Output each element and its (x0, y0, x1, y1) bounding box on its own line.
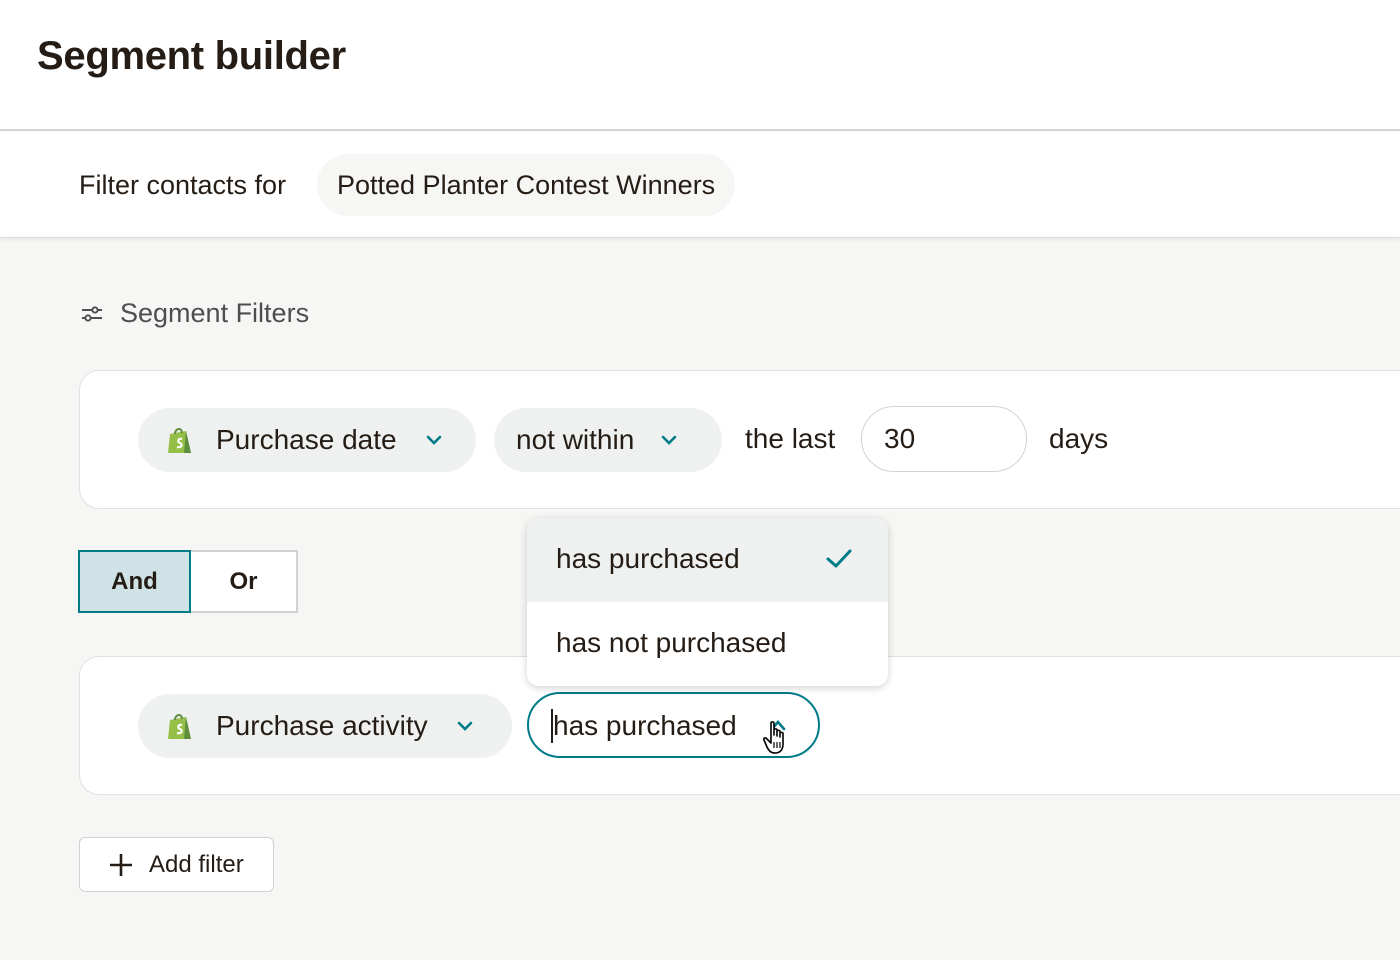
segment-filters-label: Segment Filters (120, 298, 310, 328)
operator-select-not-within[interactable]: not within (494, 408, 722, 472)
add-filter-label: Add filter (149, 850, 244, 878)
audience-bar: Filter contacts for Potted Planter Conte… (0, 132, 1400, 238)
chevron-down-icon (426, 435, 441, 445)
segment-filters-heading: Segment Filters (80, 298, 309, 329)
pointer-hand-icon (762, 721, 784, 754)
shopify-icon (168, 714, 191, 739)
days-number-input[interactable]: 30 (861, 406, 1027, 472)
option-has-purchased[interactable]: has purchased (527, 518, 888, 602)
audience-label: Filter contacts for (79, 170, 287, 200)
sliders-icon (82, 305, 102, 322)
shopify-icon (168, 428, 191, 453)
add-filter-button[interactable]: Add filter (79, 837, 274, 892)
option-has-not-purchased[interactable]: has not purchased (527, 602, 888, 686)
plus-icon (110, 853, 132, 876)
or-toggle-button[interactable]: Or (191, 550, 298, 613)
option-label: has purchased (556, 543, 740, 574)
chevron-down-icon (661, 435, 677, 445)
operator-value: has purchased (553, 710, 737, 741)
field-label: Purchase activity (216, 710, 428, 741)
page-header: Segment builder (0, 0, 1400, 131)
checkmark-icon (826, 549, 852, 568)
operator-dropdown-menu: has purchased has not purchased (527, 518, 888, 686)
logic-toggle: And Or (78, 550, 298, 613)
page-title: Segment builder (37, 34, 346, 78)
chevron-down-icon (457, 721, 472, 731)
audience-selector[interactable]: Potted Planter Contest Winners (317, 154, 736, 216)
field-label: Purchase date (216, 424, 397, 455)
days-unit-label: days (1049, 423, 1109, 454)
operator-label: not within (516, 424, 635, 455)
option-label: has not purchased (556, 627, 787, 658)
field-select-purchase-date[interactable]: Purchase date (138, 408, 476, 472)
the-last-label: the last (745, 423, 836, 454)
filter-row-purchase-date: Purchase date not within the last 30 day… (79, 370, 1400, 509)
and-toggle-button[interactable]: And (78, 550, 191, 613)
field-select-purchase-activity[interactable]: Purchase activity (138, 694, 512, 758)
